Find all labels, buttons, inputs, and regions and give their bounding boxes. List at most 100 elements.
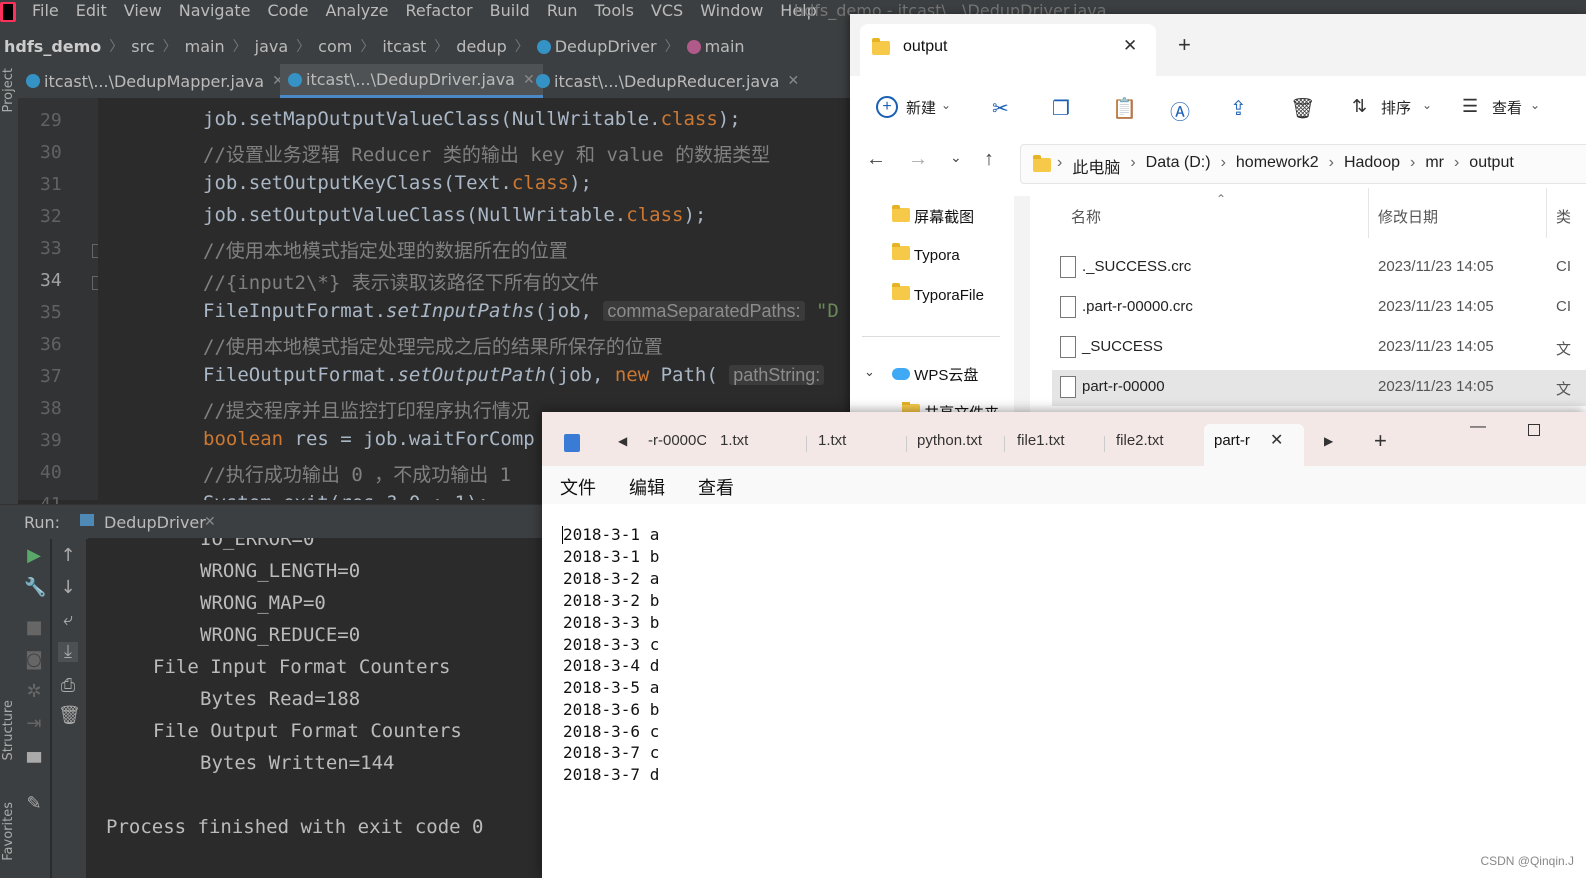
sort-button[interactable]: 排序	[1381, 97, 1411, 118]
chevron-down-icon[interactable]: ⌄	[1422, 98, 1432, 112]
address-seg[interactable]: homework2	[1236, 154, 1319, 178]
address-seg[interactable]: mr	[1425, 154, 1444, 178]
menu-build[interactable]: Build	[490, 1, 530, 20]
file-row[interactable]: ._SUCCESS.crc 2023/11/23 14:05 CI	[1052, 250, 1586, 286]
exit-icon[interactable]: ⇥	[24, 714, 44, 734]
address-seg[interactable]: output	[1469, 154, 1513, 178]
close-icon[interactable]: ✕	[1270, 430, 1283, 450]
close-icon[interactable]: ✕	[1123, 36, 1137, 56]
close-icon[interactable]: ✕	[523, 72, 535, 88]
file-row[interactable]: _SUCCESS 2023/11/23 14:05 文	[1052, 330, 1586, 366]
menu-refactor[interactable]: Refactor	[406, 1, 473, 20]
scroll-tabs-right-icon[interactable]: ▶	[1324, 434, 1333, 448]
stop-icon[interactable]: ■	[24, 618, 44, 638]
back-icon[interactable]: ←	[866, 148, 886, 171]
maximize-icon[interactable]	[1528, 424, 1540, 436]
menu-navigate[interactable]: Navigate	[179, 1, 251, 20]
view-icon[interactable]: ☰	[1462, 96, 1478, 117]
trash-icon[interactable]: 🗑	[58, 706, 81, 726]
scroll-to-end-icon[interactable]: ⤓	[58, 642, 78, 662]
soft-wrap-icon[interactable]: ⤶	[58, 610, 78, 630]
cut-icon[interactable]: ✂	[992, 96, 1009, 121]
rerun-icon[interactable]: ▶	[24, 546, 44, 566]
close-icon[interactable]: ✕	[787, 73, 799, 89]
nav-item[interactable]: Typora	[892, 243, 960, 264]
menu-view[interactable]: 查看	[698, 474, 734, 500]
menu-analyze[interactable]: Analyze	[325, 1, 388, 20]
file-row[interactable]: .part-r-00000.crc 2023/11/23 14:05 CI	[1052, 290, 1586, 326]
run-console[interactable]: IO_ERROR=0 WRONG_LENGTH=0 WRONG_MAP=0 WR…	[88, 538, 558, 878]
sort-icon[interactable]: ⇅	[1352, 96, 1367, 117]
menu-edit[interactable]: Edit	[76, 1, 107, 20]
notepad-tab-active[interactable]: part-r ✕	[1204, 424, 1304, 466]
explorer-tab-output[interactable]: output ✕	[860, 24, 1156, 76]
menu-tools[interactable]: Tools	[595, 1, 634, 20]
arrow-up-icon[interactable]: ↑	[58, 546, 78, 566]
menu-file[interactable]: File	[32, 1, 59, 20]
notepad-tab[interactable]: python.txt	[917, 432, 982, 449]
menu-edit[interactable]: 编辑	[629, 474, 665, 500]
structure-tool-label[interactable]: Structure	[1, 700, 16, 760]
menu-window[interactable]: Window	[700, 1, 763, 20]
delete-icon[interactable]: 🗑	[1290, 96, 1315, 121]
nav-item[interactable]: TyporaFile	[892, 283, 984, 304]
notepad-tab[interactable]: file2.txt	[1116, 432, 1164, 449]
tab-dedupreducer[interactable]: itcast\...\DedupReducer.java ✕	[536, 64, 799, 98]
notepad-tab[interactable]: file1.txt	[1017, 432, 1065, 449]
new-tab-icon[interactable]: +	[1374, 428, 1387, 454]
chevron-down-icon[interactable]: ⌄	[941, 98, 951, 112]
view-button[interactable]: 查看	[1492, 97, 1522, 118]
print-icon[interactable]: ⎙	[58, 676, 78, 696]
menu-view[interactable]: View	[124, 1, 162, 20]
crumb-itcast[interactable]: itcast	[382, 37, 426, 56]
menu-file[interactable]: 文件	[560, 474, 596, 500]
camera-icon[interactable]: ◙	[24, 650, 44, 670]
close-icon[interactable]: ✕	[204, 514, 216, 530]
address-bar[interactable]: › 此电脑 › Data (D:) › homework2 › Hadoop ›…	[1020, 144, 1586, 184]
crumb-com[interactable]: com	[318, 37, 352, 56]
nav-scrollbar[interactable]	[1014, 196, 1030, 414]
crumb-class[interactable]: DedupDriver	[536, 37, 657, 56]
settings-icon[interactable]: ✲	[24, 682, 44, 702]
crumb-src[interactable]: src	[131, 37, 154, 56]
copy-icon[interactable]: ❐	[1052, 96, 1070, 121]
column-header-type[interactable]: 类	[1556, 206, 1571, 227]
tab-dedupmapper[interactable]: itcast\...\DedupMapper.java ✕	[26, 64, 284, 98]
notepad-text-area[interactable]: 2018-3-1 a 2018-3-1 b 2018-3-2 a 2018-3-…	[542, 504, 1586, 878]
new-button[interactable]: 新建	[906, 97, 936, 118]
tab-dedupdriver[interactable]: itcast\...\DedupDriver.java ✕	[280, 64, 543, 98]
wrench-icon[interactable]: 🔧	[24, 578, 46, 598]
column-divider[interactable]	[1368, 188, 1369, 238]
address-seg[interactable]: Hadoop	[1344, 154, 1400, 178]
share-icon[interactable]: ⇪	[1230, 96, 1247, 121]
notepad-tab[interactable]: -r-0000C	[648, 432, 706, 449]
rename-icon[interactable]: Ⓐ	[1170, 96, 1190, 125]
recent-chevron-icon[interactable]: ⌄	[950, 149, 962, 166]
menu-vcs[interactable]: VCS	[651, 1, 683, 20]
project-tool-label[interactable]: Project	[1, 68, 16, 112]
notepad-tab[interactable]: 1.txt	[720, 432, 748, 449]
layout-icon[interactable]: ▀	[24, 754, 44, 774]
column-header-modified[interactable]: 修改日期	[1378, 206, 1438, 227]
new-tab-icon[interactable]: +	[1178, 32, 1191, 58]
file-row-selected[interactable]: part-r-00000 2023/11/23 14:05 文	[1052, 370, 1586, 406]
new-icon[interactable]: +	[876, 96, 898, 118]
crumb-method[interactable]: main	[686, 37, 745, 56]
menu-code[interactable]: Code	[268, 1, 309, 20]
nav-item-wps[interactable]: WPS云盘	[892, 364, 978, 385]
chevron-down-icon[interactable]: ⌄	[1530, 98, 1540, 112]
notepad-tab[interactable]: 1.txt	[818, 432, 846, 449]
column-divider[interactable]	[1546, 188, 1547, 238]
address-seg[interactable]: 此电脑	[1072, 154, 1120, 178]
up-icon[interactable]: ↑	[984, 148, 994, 171]
pin-icon[interactable]: ✎	[24, 794, 44, 814]
scroll-tabs-left-icon[interactable]: ◀	[618, 434, 627, 448]
chevron-down-icon[interactable]: ⌄	[864, 364, 875, 380]
crumb-java[interactable]: java	[255, 37, 289, 56]
crumb-dedup[interactable]: dedup	[456, 37, 506, 56]
menu-run[interactable]: Run	[547, 1, 578, 20]
crumb-main[interactable]: main	[185, 37, 225, 56]
crumb-project[interactable]: hdfs_demo	[4, 37, 101, 56]
address-seg[interactable]: Data (D:)	[1146, 154, 1211, 178]
arrow-down-icon[interactable]: ↓	[58, 578, 78, 598]
